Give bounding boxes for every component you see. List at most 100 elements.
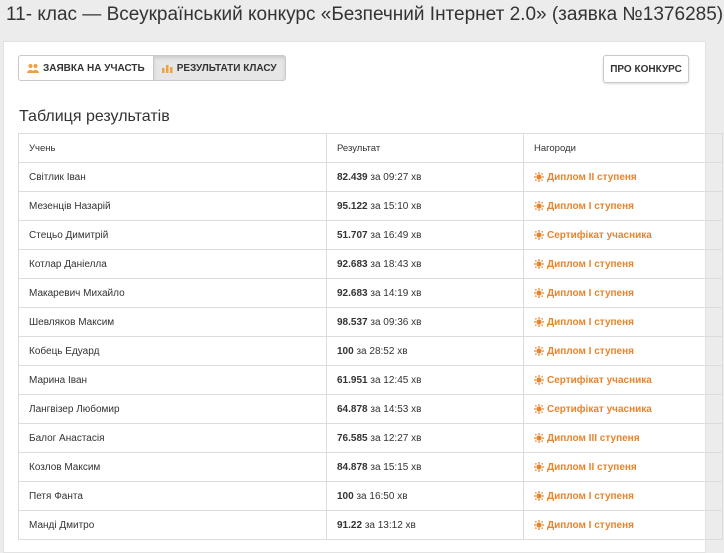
- student-name: Стецьо Димитрій: [18, 220, 327, 250]
- award-cell: Диплом І ступеня: [523, 191, 723, 221]
- results-heading: Таблиця результатів: [19, 108, 170, 125]
- time-value: за 13:12 хв: [364, 519, 416, 531]
- award-label: Диплом І ступеня: [547, 490, 634, 502]
- result-cell: 82.439 за 09:27 хв: [326, 162, 524, 192]
- column-header-result: Результат: [326, 133, 524, 163]
- table-row: Світлик Іван 82.439 за 09:27 хв Диплом ІІ …: [18, 162, 723, 192]
- award-label: Диплом І ступеня: [547, 200, 634, 212]
- award-link[interactable]: Диплом І ступеня: [534, 520, 722, 531]
- award-cell: Сертифікат учасника: [523, 394, 723, 424]
- award-link[interactable]: Диплом І ступеня: [534, 259, 722, 270]
- time-value: за 12:27 хв: [370, 432, 422, 444]
- apply-button[interactable]: ЗАЯВКА НА УЧАСТЬ: [18, 55, 154, 81]
- award-link[interactable]: Диплом І ступеня: [534, 317, 722, 328]
- time-value: за 14:53 хв: [370, 403, 422, 415]
- score-value: 64.878: [337, 403, 368, 415]
- award-link[interactable]: Диплом ІІІ ступеня: [534, 433, 722, 444]
- time-value: за 09:36 хв: [370, 316, 422, 328]
- award-link[interactable]: Диплом І ступеня: [534, 491, 722, 502]
- score-value: 84.878: [337, 461, 368, 473]
- award-link[interactable]: Сертифікат учасника: [534, 404, 722, 415]
- award-link[interactable]: Диплом І ступеня: [534, 346, 722, 357]
- score-value: 98.537: [337, 316, 368, 328]
- score-value: 61.951: [337, 374, 368, 386]
- award-label: Диплом ІІ ступеня: [547, 171, 637, 183]
- result-cell: 92.683 за 14:19 хв: [326, 278, 524, 308]
- award-cell: Диплом І ступеня: [523, 481, 723, 511]
- award-cell: Диплом ІІ ступеня: [523, 452, 723, 482]
- award-cell: Диплом І ступеня: [523, 336, 723, 366]
- student-name: Манді Дмитро: [18, 510, 327, 540]
- table-row: Балог Анастасія 76.585 за 12:27 хв Диплом …: [18, 423, 723, 453]
- table-row: Стецьо Димитрій 51.707 за 16:49 хв Сертифі…: [18, 220, 723, 250]
- table-row: Шевляков Максим 98.537 за 09:36 хв Диплом …: [18, 307, 723, 337]
- time-value: за 12:45 хв: [370, 374, 422, 386]
- score-value: 100: [337, 345, 354, 357]
- sun-icon: [534, 375, 544, 385]
- table-row: Козлов Максим 84.878 за 15:15 хв Диплом ІІ…: [18, 452, 723, 482]
- result-cell: 51.707 за 16:49 хв: [326, 220, 524, 250]
- table-header-row: Учень Результат Нагороди: [18, 133, 723, 163]
- about-contest-button[interactable]: ПРО КОНКУРС: [603, 55, 689, 83]
- score-value: 92.683: [337, 287, 368, 299]
- column-header-student: Учень: [18, 133, 327, 163]
- sun-icon: [534, 433, 544, 443]
- award-label: Диплом І ступеня: [547, 519, 634, 531]
- main-panel: ЗАЯВКА НА УЧАСТЬ РЕЗУЛЬТАТИ КЛАСУ ПРО КО…: [3, 41, 723, 553]
- score-value: 100: [337, 490, 354, 502]
- award-cell: Сертифікат учасника: [523, 365, 723, 395]
- time-value: за 28:52 хв: [356, 345, 408, 357]
- score-value: 82.439: [337, 171, 368, 183]
- result-cell: 100 за 16:50 хв: [326, 481, 524, 511]
- time-value: за 15:15 хв: [370, 461, 422, 473]
- sun-icon: [534, 201, 544, 211]
- student-name: Світлик Іван: [18, 162, 327, 192]
- sun-icon: [534, 172, 544, 182]
- award-cell: Диплом І ступеня: [523, 307, 723, 337]
- result-cell: 64.878 за 14:53 хв: [326, 394, 524, 424]
- award-link[interactable]: Диплом ІІ ступеня: [534, 462, 722, 473]
- sun-icon: [534, 520, 544, 530]
- student-name: Балог Анастасія: [18, 423, 327, 453]
- table-row: Марина Іван 61.951 за 12:45 хв Сертифікат …: [18, 365, 723, 395]
- result-cell: 95.122 за 15:10 хв: [326, 191, 524, 221]
- student-name: Мезенців Назарій: [18, 191, 327, 221]
- sun-icon: [534, 491, 544, 501]
- results-table: Учень Результат Нагороди Світлик Іван 82.…: [18, 133, 723, 540]
- class-results-button[interactable]: РЕЗУЛЬТАТИ КЛАСУ: [153, 55, 286, 81]
- apply-button-label: ЗАЯВКА НА УЧАСТЬ: [43, 62, 145, 74]
- student-name: Кобець Едуард: [18, 336, 327, 366]
- student-name: Шевляков Максим: [18, 307, 327, 337]
- page-title: 11- клас — Всеукраїнський конкурс «Безпе…: [6, 4, 724, 25]
- time-value: за 16:49 хв: [370, 229, 422, 241]
- about-contest-button-label: ПРО КОНКУРС: [610, 63, 682, 75]
- table-row: Котлар Даніелла 92.683 за 18:43 хв Диплом …: [18, 249, 723, 279]
- award-link[interactable]: Диплом І ступеня: [534, 288, 722, 299]
- sun-icon: [534, 230, 544, 240]
- table-row: Кобець Едуард 100 за 28:52 хв Диплом І сту…: [18, 336, 723, 366]
- award-cell: Диплом І ступеня: [523, 510, 723, 540]
- table-row: Манді Дмитро 91.22 за 13:12 хв Диплом І ст…: [18, 510, 723, 540]
- award-label: Диплом І ступеня: [547, 287, 634, 299]
- table-row: Лангвізер Любомир 64.878 за 14:53 хв Серти…: [18, 394, 723, 424]
- result-cell: 92.683 за 18:43 хв: [326, 249, 524, 279]
- award-link[interactable]: Диплом ІІ ступеня: [534, 172, 722, 183]
- score-value: 91.22: [337, 519, 363, 531]
- bar-chart-icon: [161, 63, 173, 73]
- student-name: Макаревич Михайло: [18, 278, 327, 308]
- users-icon: [27, 63, 39, 73]
- award-link[interactable]: Диплом І ступеня: [534, 201, 722, 212]
- score-value: 51.707: [337, 229, 368, 241]
- result-cell: 76.585 за 12:27 хв: [326, 423, 524, 453]
- time-value: за 16:50 хв: [356, 490, 408, 502]
- student-name: Петя Фанта: [18, 481, 327, 511]
- sun-icon: [534, 404, 544, 414]
- sun-icon: [534, 346, 544, 356]
- award-link[interactable]: Сертифікат учасника: [534, 230, 722, 241]
- student-name: Козлов Максим: [18, 452, 327, 482]
- table-row: Петя Фанта 100 за 16:50 хв Диплом І ступен…: [18, 481, 723, 511]
- award-link[interactable]: Сертифікат учасника: [534, 375, 722, 386]
- sun-icon: [534, 259, 544, 269]
- table-row: Мезенців Назарій 95.122 за 15:10 хв Диплом…: [18, 191, 723, 221]
- award-label: Диплом І ступеня: [547, 345, 634, 357]
